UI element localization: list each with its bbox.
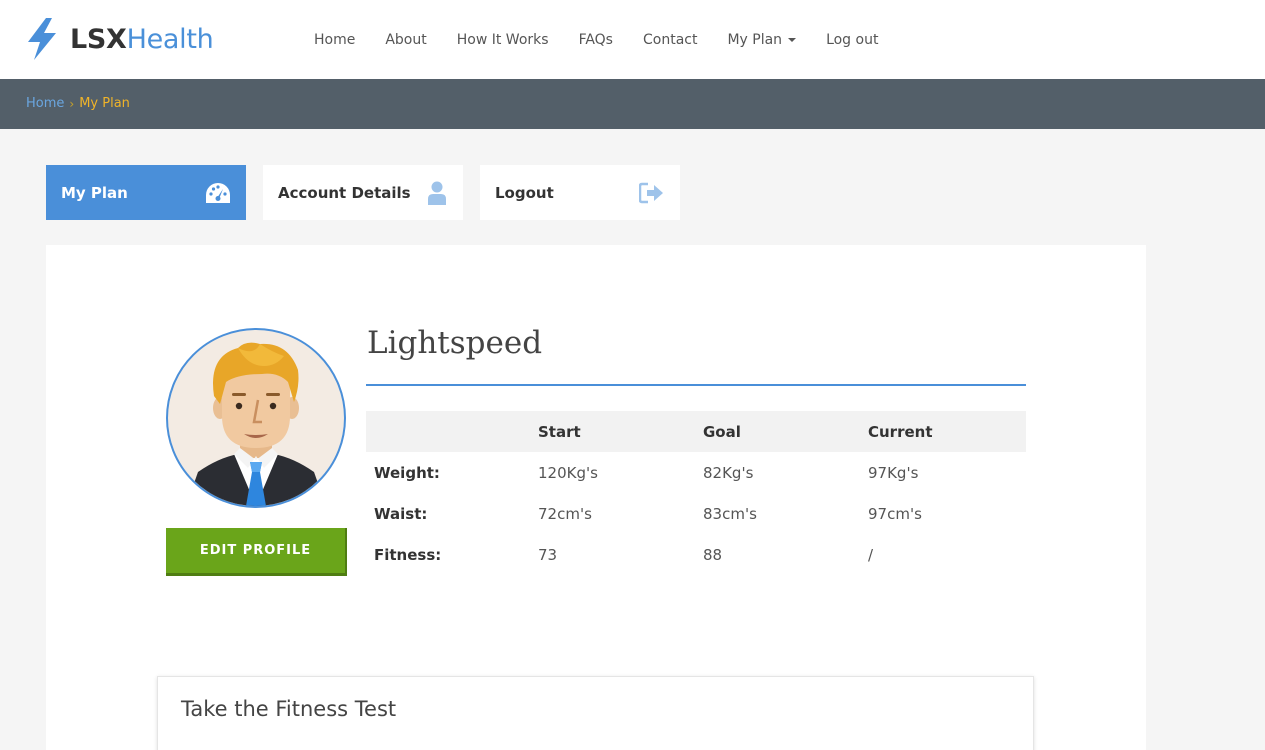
row-goal: 82Kg's — [703, 463, 754, 482]
user-icon — [428, 181, 446, 205]
stats-header-current: Current — [868, 422, 933, 441]
profile-name: Lightspeed — [367, 325, 543, 361]
row-label: Weight: — [374, 463, 440, 482]
tab-account-details[interactable]: Account Details — [263, 165, 463, 220]
brand-name: LSXHealth — [70, 23, 214, 55]
nav-my-plan[interactable]: My Plan — [712, 32, 811, 48]
stats-table: Start Goal Current Weight: 120Kg's 82Kg'… — [366, 411, 1026, 575]
avatar-man-icon — [186, 342, 326, 506]
nav-logout[interactable]: Log out — [811, 32, 893, 48]
tab-logout[interactable]: Logout — [480, 165, 680, 220]
breadcrumb-bar: Home › My Plan — [0, 79, 1265, 129]
edit-profile-button[interactable]: EDIT PROFILE — [166, 528, 347, 576]
logout-icon — [639, 182, 663, 203]
row-current: / — [868, 545, 874, 564]
row-current: 97cm's — [868, 504, 922, 523]
tab-my-plan-label: My Plan — [61, 183, 128, 202]
dashboard-icon — [206, 182, 230, 203]
row-label: Waist: — [374, 504, 428, 523]
caret-down-icon — [788, 37, 797, 42]
nav-faqs[interactable]: FAQs — [564, 32, 628, 48]
table-row: Fitness: 73 88 / — [366, 534, 1026, 575]
breadcrumb-current: My Plan — [79, 96, 130, 111]
nav-home[interactable]: Home — [299, 32, 370, 48]
stats-header-start: Start — [538, 422, 581, 441]
fitness-test-title: Take the Fitness Test — [181, 697, 397, 721]
brand-logo[interactable]: LSXHealth — [26, 18, 214, 60]
table-row: Weight: 120Kg's 82Kg's 97Kg's — [366, 452, 1026, 493]
row-start: 120Kg's — [538, 463, 598, 482]
nav-about[interactable]: About — [370, 32, 441, 48]
row-goal: 83cm's — [703, 504, 757, 523]
nav-my-plan-label: My Plan — [727, 31, 783, 48]
row-current: 97Kg's — [868, 463, 919, 482]
nav-contact[interactable]: Contact — [628, 32, 712, 48]
breadcrumb-separator-icon: › — [69, 96, 75, 111]
plan-card: EDIT PROFILE Lightspeed Start Goal Curre… — [46, 245, 1146, 750]
row-start: 73 — [538, 545, 558, 564]
row-label: Fitness: — [374, 545, 442, 564]
stats-header-goal: Goal — [703, 422, 741, 441]
row-goal: 88 — [703, 545, 723, 564]
tab-logout-label: Logout — [495, 183, 554, 202]
table-row: Waist: 72cm's 83cm's 97cm's — [366, 493, 1026, 534]
tab-my-plan[interactable]: My Plan — [46, 165, 246, 220]
main-nav: Home About How It Works FAQs Contact My … — [299, 0, 893, 79]
stats-header-row: Start Goal Current — [366, 411, 1026, 452]
breadcrumb-home[interactable]: Home — [26, 96, 64, 111]
fitness-test-panel[interactable]: Take the Fitness Test — [157, 676, 1034, 750]
nav-how-it-works[interactable]: How It Works — [442, 32, 564, 48]
tab-account-details-label: Account Details — [278, 183, 411, 202]
lightning-icon — [28, 18, 56, 60]
divider — [366, 384, 1026, 386]
avatar — [166, 328, 346, 508]
breadcrumb: Home › My Plan — [26, 96, 130, 111]
row-start: 72cm's — [538, 504, 592, 523]
site-header: LSXHealth Home About How It Works FAQs C… — [0, 0, 1265, 79]
